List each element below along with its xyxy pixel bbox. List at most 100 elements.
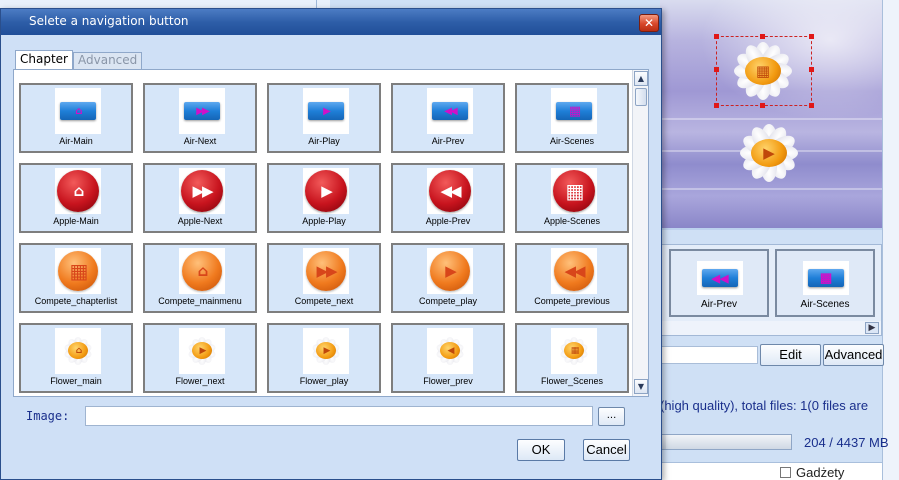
gallery-item-apple-next[interactable]: ▶▶ Apple-Next [143, 163, 257, 233]
tab-chapter[interactable]: Chapter [15, 50, 73, 69]
gallery-item-label: Compete_next [294, 296, 354, 306]
edit-button[interactable]: Edit [760, 344, 821, 366]
disc-usage-bar [660, 434, 792, 450]
gallery-item-apple-prev[interactable]: ◀◀ Apple-Prev [391, 163, 505, 233]
tab-advanced[interactable]: Advanced [73, 52, 143, 69]
scenes-grid-icon: ▦ [745, 57, 781, 85]
disc-info-text: (high quality), total files: 1(0 files a… [660, 398, 869, 413]
gallery-item-flower-main[interactable]: ⌂ Flower_main [19, 323, 133, 393]
gallery-item-compete-previous[interactable]: ◀◀ Compete_previous [515, 243, 629, 313]
image-label: Image: [26, 409, 70, 423]
thumbnail-air-prev[interactable]: ◀◀ Air-Prev [669, 249, 769, 317]
rewind-icon: ◀◀ [551, 248, 597, 294]
gallery-item-label: Flower_Scenes [540, 376, 604, 386]
home-icon: ⌂ [179, 248, 225, 294]
icon-glyph: ▦ [565, 179, 585, 203]
preview-scenes-flower-button[interactable]: ▦ [720, 36, 806, 106]
background-text-field[interactable] [660, 346, 758, 364]
icon-glyph: ▶ [321, 182, 332, 200]
gallery-item-label: Air-Next [183, 136, 217, 146]
menu-preview-panel: ▦ ▶ [660, 0, 882, 230]
scroll-thumb[interactable] [635, 88, 647, 106]
gallery-item-apple-play[interactable]: ▶ Apple-Play [267, 163, 381, 233]
fast-forward-icon: ▶▶ [179, 168, 225, 214]
icon-glyph: ◀◀ [440, 182, 461, 200]
gallery-item-label: Compete_chapterlist [34, 296, 118, 306]
dialog-titlebar[interactable]: Selete a navigation button ✕ [1, 9, 661, 35]
icon-glyph: ◀◀ [564, 262, 585, 280]
home-icon: ⌂ [55, 328, 101, 374]
icon-glyph: ▦ [570, 345, 579, 356]
gallery-item-compete-mainmenu[interactable]: ⌂ Compete_mainmenu [143, 243, 257, 313]
browse-button[interactable]: ... [598, 407, 625, 426]
gallery-item-label: Air-Main [59, 136, 93, 146]
icon-glyph: ▶▶ [196, 105, 209, 117]
button-gallery-panel: ⌂ Air-Main ▶▶ Air-Next ▶ Air-Play ◀◀ Air-Prev ▦ A… [13, 69, 649, 397]
gallery-item-label: Apple-Main [53, 216, 99, 226]
background-vertical-scrollbar[interactable] [882, 0, 899, 480]
rewind-icon: ◀◀ [697, 261, 743, 295]
gallery-item-flower-play[interactable]: ▶ Flower_play [267, 323, 381, 393]
scenes-grid-icon: ▦ [551, 88, 597, 134]
scenes-grid-icon: ▦ [55, 248, 101, 294]
gallery-item-label: Air-Play [308, 136, 340, 146]
fast-forward-icon: ▶▶ [179, 88, 225, 134]
scenes-grid-icon: ▦ [551, 168, 597, 214]
icon-glyph: ▦ [69, 259, 89, 283]
gallery-item-label: Compete_mainmenu [158, 296, 242, 306]
rewind-icon: ◀◀ [427, 88, 473, 134]
gallery-item-label: Apple-Play [302, 216, 346, 226]
gallery-item-flower-scenes[interactable]: ▦ Flower_Scenes [515, 323, 629, 393]
icon-glyph: ▦ [568, 103, 581, 119]
icon-glyph: ⌂ [75, 345, 83, 356]
gallery-item-air-next[interactable]: ▶▶ Air-Next [143, 83, 257, 153]
play-icon: ▶ [751, 139, 787, 167]
thumbnail-label: Air-Scenes [800, 299, 850, 310]
play-icon: ▶ [303, 88, 349, 134]
gallery-item-compete-play[interactable]: ▶ Compete_play [391, 243, 505, 313]
disc-usage-size: 204 / 4437 MB [804, 435, 889, 450]
gallery-item-air-main[interactable]: ⌂ Air-Main [19, 83, 133, 153]
close-icon[interactable]: ✕ [639, 14, 659, 32]
gallery-item-compete-next[interactable]: ▶▶ Compete_next [267, 243, 381, 313]
icon-glyph: ▶▶ [316, 262, 337, 280]
gallery-item-air-play[interactable]: ▶ Air-Play [267, 83, 381, 153]
icon-glyph: ◀◀ [444, 105, 457, 117]
scenes-grid-icon: ▦ [803, 261, 849, 295]
icon-glyph: ▶ [199, 345, 207, 356]
gallery-item-flower-prev[interactable]: ◀ Flower_prev [391, 323, 505, 393]
thumbnail-air-scenes[interactable]: ▦ Air-Scenes [775, 249, 875, 317]
gallery-item-label: Compete_play [418, 296, 478, 306]
gallery-item-flower-next[interactable]: ▶ Flower_next [143, 323, 257, 393]
scroll-up-icon[interactable]: ▲ [634, 71, 648, 86]
gallery-item-compete-chapterlist[interactable]: ▦ Compete_chapterlist [19, 243, 133, 313]
tree-item-label[interactable]: Gadżety [796, 465, 844, 480]
play-icon: ▶ [303, 168, 349, 214]
play-icon: ▶ [427, 248, 473, 294]
dialog-title: Selete a navigation button [29, 14, 189, 28]
navigation-button-dialog: Selete a navigation button ✕ Chapter Adv… [0, 8, 662, 480]
menu-preview-canvas[interactable]: ▦ ▶ [660, 0, 882, 228]
gallery-item-apple-scenes[interactable]: ▦ Apple-Scenes [515, 163, 629, 233]
gallery-item-label: Air-Prev [431, 136, 465, 146]
button-gallery-grid: ⌂ Air-Main ▶▶ Air-Next ▶ Air-Play ◀◀ Air-Prev ▦ A… [14, 70, 632, 396]
tree-checkbox[interactable] [780, 467, 791, 478]
scroll-down-icon[interactable]: ▼ [634, 379, 648, 394]
gallery-item-apple-main[interactable]: ⌂ Apple-Main [19, 163, 133, 233]
gallery-item-air-scenes[interactable]: ▦ Air-Scenes [515, 83, 629, 153]
image-path-input[interactable] [85, 406, 593, 426]
preview-play-flower-button[interactable]: ▶ [726, 118, 812, 188]
advanced-button[interactable]: Advanced [823, 344, 884, 366]
play-icon: ▶ [303, 328, 349, 374]
cancel-button[interactable]: Cancel [583, 439, 630, 461]
thumbnail-horizontal-scrollbar[interactable]: ▶ [661, 321, 881, 335]
gallery-item-label: Air-Scenes [549, 136, 594, 146]
gallery-item-label: Apple-Scenes [543, 216, 601, 226]
home-icon: ⌂ [55, 88, 101, 134]
scroll-right-icon[interactable]: ▶ [865, 322, 879, 334]
ok-button[interactable]: OK [517, 439, 565, 461]
fast-forward-icon: ▶▶ [303, 248, 349, 294]
gallery-vertical-scrollbar[interactable]: ▲ ▼ [632, 70, 648, 396]
gallery-item-label: Flower_main [50, 376, 102, 386]
gallery-item-air-prev[interactable]: ◀◀ Air-Prev [391, 83, 505, 153]
